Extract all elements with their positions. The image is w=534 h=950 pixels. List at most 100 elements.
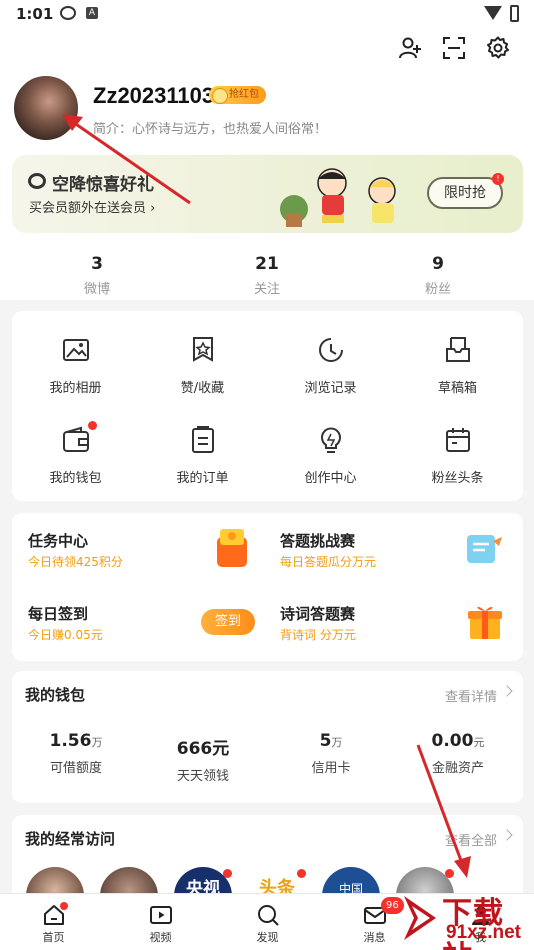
chevron-right-icon <box>501 829 513 841</box>
task-subtitle: 背诗词 分万元 <box>280 628 356 642</box>
status-time: 1:01 <box>16 5 54 23</box>
photo-album-icon <box>62 339 89 361</box>
stat-label: 微博 <box>83 282 110 297</box>
weibo-logo-icon <box>28 173 46 189</box>
weibo-notification-icon <box>60 6 76 20</box>
tab-label: 视频 <box>149 931 172 944</box>
status-bar: 1:01 A <box>0 0 534 30</box>
wifi-icon <box>484 6 502 20</box>
visit-notification-dot <box>223 869 232 878</box>
visit-notification-dot <box>297 869 306 878</box>
grid-item-drafts[interactable]: 草稿箱 <box>394 335 521 396</box>
wallet-notification-dot <box>88 421 97 430</box>
favorite-icon <box>192 337 213 362</box>
a-notification-icon: A <box>86 7 98 19</box>
lightbulb-icon <box>320 427 341 453</box>
watermark-logo-icon <box>404 896 436 940</box>
wallet-value: 5 <box>319 731 332 751</box>
gift-box-icon <box>468 606 502 639</box>
wallet-card: 我的钱包 查看详情 1.56万 可借额度 666元 天天领钱 5万 信用卡 0.… <box>12 671 523 803</box>
discover-icon <box>257 905 279 926</box>
order-icon <box>191 426 214 453</box>
grid-item-album[interactable]: 我的相册 <box>12 335 139 396</box>
frequent-view-all-link[interactable]: 查看全部 <box>445 830 497 849</box>
grid-label: 创作中心 <box>304 471 357 486</box>
wallet-item[interactable]: 0.00元 金融资产 <box>394 731 522 776</box>
vip-banner-title: 空降惊喜好礼 <box>52 175 154 195</box>
tab-discover[interactable]: 发现 <box>214 894 321 945</box>
calendar-icon <box>445 428 470 452</box>
visit-notification-dot <box>445 869 454 878</box>
wallet-item[interactable]: 5万 信用卡 <box>267 731 395 776</box>
stat-following[interactable]: 21 关注 <box>207 254 327 297</box>
grid-label: 我的钱包 <box>49 471 102 486</box>
wallet-details-link[interactable]: 查看详情 <box>445 686 497 705</box>
wallet-value: 1.56 <box>49 731 92 751</box>
task-subtitle: 今日待领425积分 <box>28 555 123 569</box>
task-title: 每日签到 <box>28 605 89 623</box>
tab-label: 发现 <box>256 931 279 944</box>
task-subtitle: 每日答题瓜分万元 <box>280 555 377 569</box>
wallet-value: 666元 <box>176 739 230 759</box>
vip-banner-subtitle: 买会员额外在送会员 › <box>29 201 156 216</box>
grid-label: 我的相册 <box>49 381 102 396</box>
username[interactable]: Zz20231103 <box>93 83 214 109</box>
profile-stats: 3 微博 21 关注 9 粉丝 <box>0 254 534 304</box>
wallet-unit: 元 <box>473 736 485 749</box>
scan-icon[interactable] <box>442 36 466 60</box>
grid-item-history[interactable]: 浏览记录 <box>267 335 394 396</box>
grid-item-fan-headline[interactable]: 粉丝头条 <box>394 425 521 486</box>
stat-followers[interactable]: 9 粉丝 <box>378 254 498 297</box>
wallet-icon <box>62 426 89 452</box>
stat-label: 粉丝 <box>424 282 451 297</box>
grid-label: 粉丝头条 <box>431 471 484 486</box>
wallet-label: 金融资产 <box>431 761 484 776</box>
user-avatar[interactable] <box>12 74 80 142</box>
history-icon <box>318 338 343 362</box>
grid-label: 我的订单 <box>176 471 229 486</box>
quiz-card-icon <box>467 535 502 563</box>
vip-promo-banner[interactable]: 空降惊喜好礼 买会员额外在送会员 › 限时抢 ! <box>12 155 523 233</box>
wallet-label: 可借额度 <box>49 761 102 776</box>
tab-video[interactable]: 视频 <box>107 894 214 945</box>
frequent-section-title: 我的经常访问 <box>25 830 116 848</box>
video-icon <box>149 906 172 924</box>
wallet-label: 天天领钱 <box>176 769 229 784</box>
wallet-unit: 万 <box>331 736 343 749</box>
wallet-item[interactable]: 1.56万 可借额度 <box>12 731 140 776</box>
stat-label: 关注 <box>253 282 280 297</box>
cartoon-illustration-icon <box>280 168 396 227</box>
stat-value: 9 <box>432 254 444 274</box>
task-subtitle: 今日赚0.05元 <box>28 628 103 642</box>
tab-home[interactable]: 首页 <box>0 894 107 945</box>
grid-label: 草稿箱 <box>437 381 477 396</box>
add-friend-icon[interactable] <box>398 36 422 60</box>
wallet-item[interactable]: 666元 天天领钱 <box>139 734 267 784</box>
stat-weibo[interactable]: 3 微博 <box>37 254 157 297</box>
wallet-section-title: 我的钱包 <box>25 686 86 704</box>
home-notification-dot <box>60 902 68 910</box>
limited-time-button[interactable]: 限时抢 <box>427 177 503 209</box>
grid-item-creator-center[interactable]: 创作中心 <box>267 425 394 486</box>
site-watermark: 下载站 91xz.net <box>398 886 534 950</box>
vip-notification-dot: ! <box>492 173 504 185</box>
grid-label: 赞/收藏 <box>180 381 225 396</box>
red-packet-badge[interactable]: 抢红包 <box>209 86 266 104</box>
task-title: 诗词答题赛 <box>280 605 356 623</box>
top-actions <box>398 36 510 60</box>
grid-item-orders[interactable]: 我的订单 <box>139 425 266 486</box>
stat-value: 3 <box>91 254 103 274</box>
battery-icon <box>510 5 519 22</box>
grid-label: 浏览记录 <box>304 381 357 396</box>
wallet-unit: 万 <box>91 736 103 749</box>
draft-box-icon <box>445 337 470 362</box>
profile-intro[interactable]: 简介：心怀诗与远方，也热爱人间俗常！ <box>93 118 327 137</box>
task-title: 任务中心 <box>28 532 89 550</box>
grid-item-wallet[interactable]: 我的钱包 <box>12 425 139 486</box>
grid-item-favorites[interactable]: 赞/收藏 <box>139 335 266 396</box>
checkin-button[interactable]: 签到 <box>201 609 255 635</box>
chevron-right-icon <box>501 685 513 697</box>
settings-gear-icon[interactable] <box>486 36 510 60</box>
tab-label: 首页 <box>42 931 65 944</box>
task-box-icon <box>217 529 247 567</box>
